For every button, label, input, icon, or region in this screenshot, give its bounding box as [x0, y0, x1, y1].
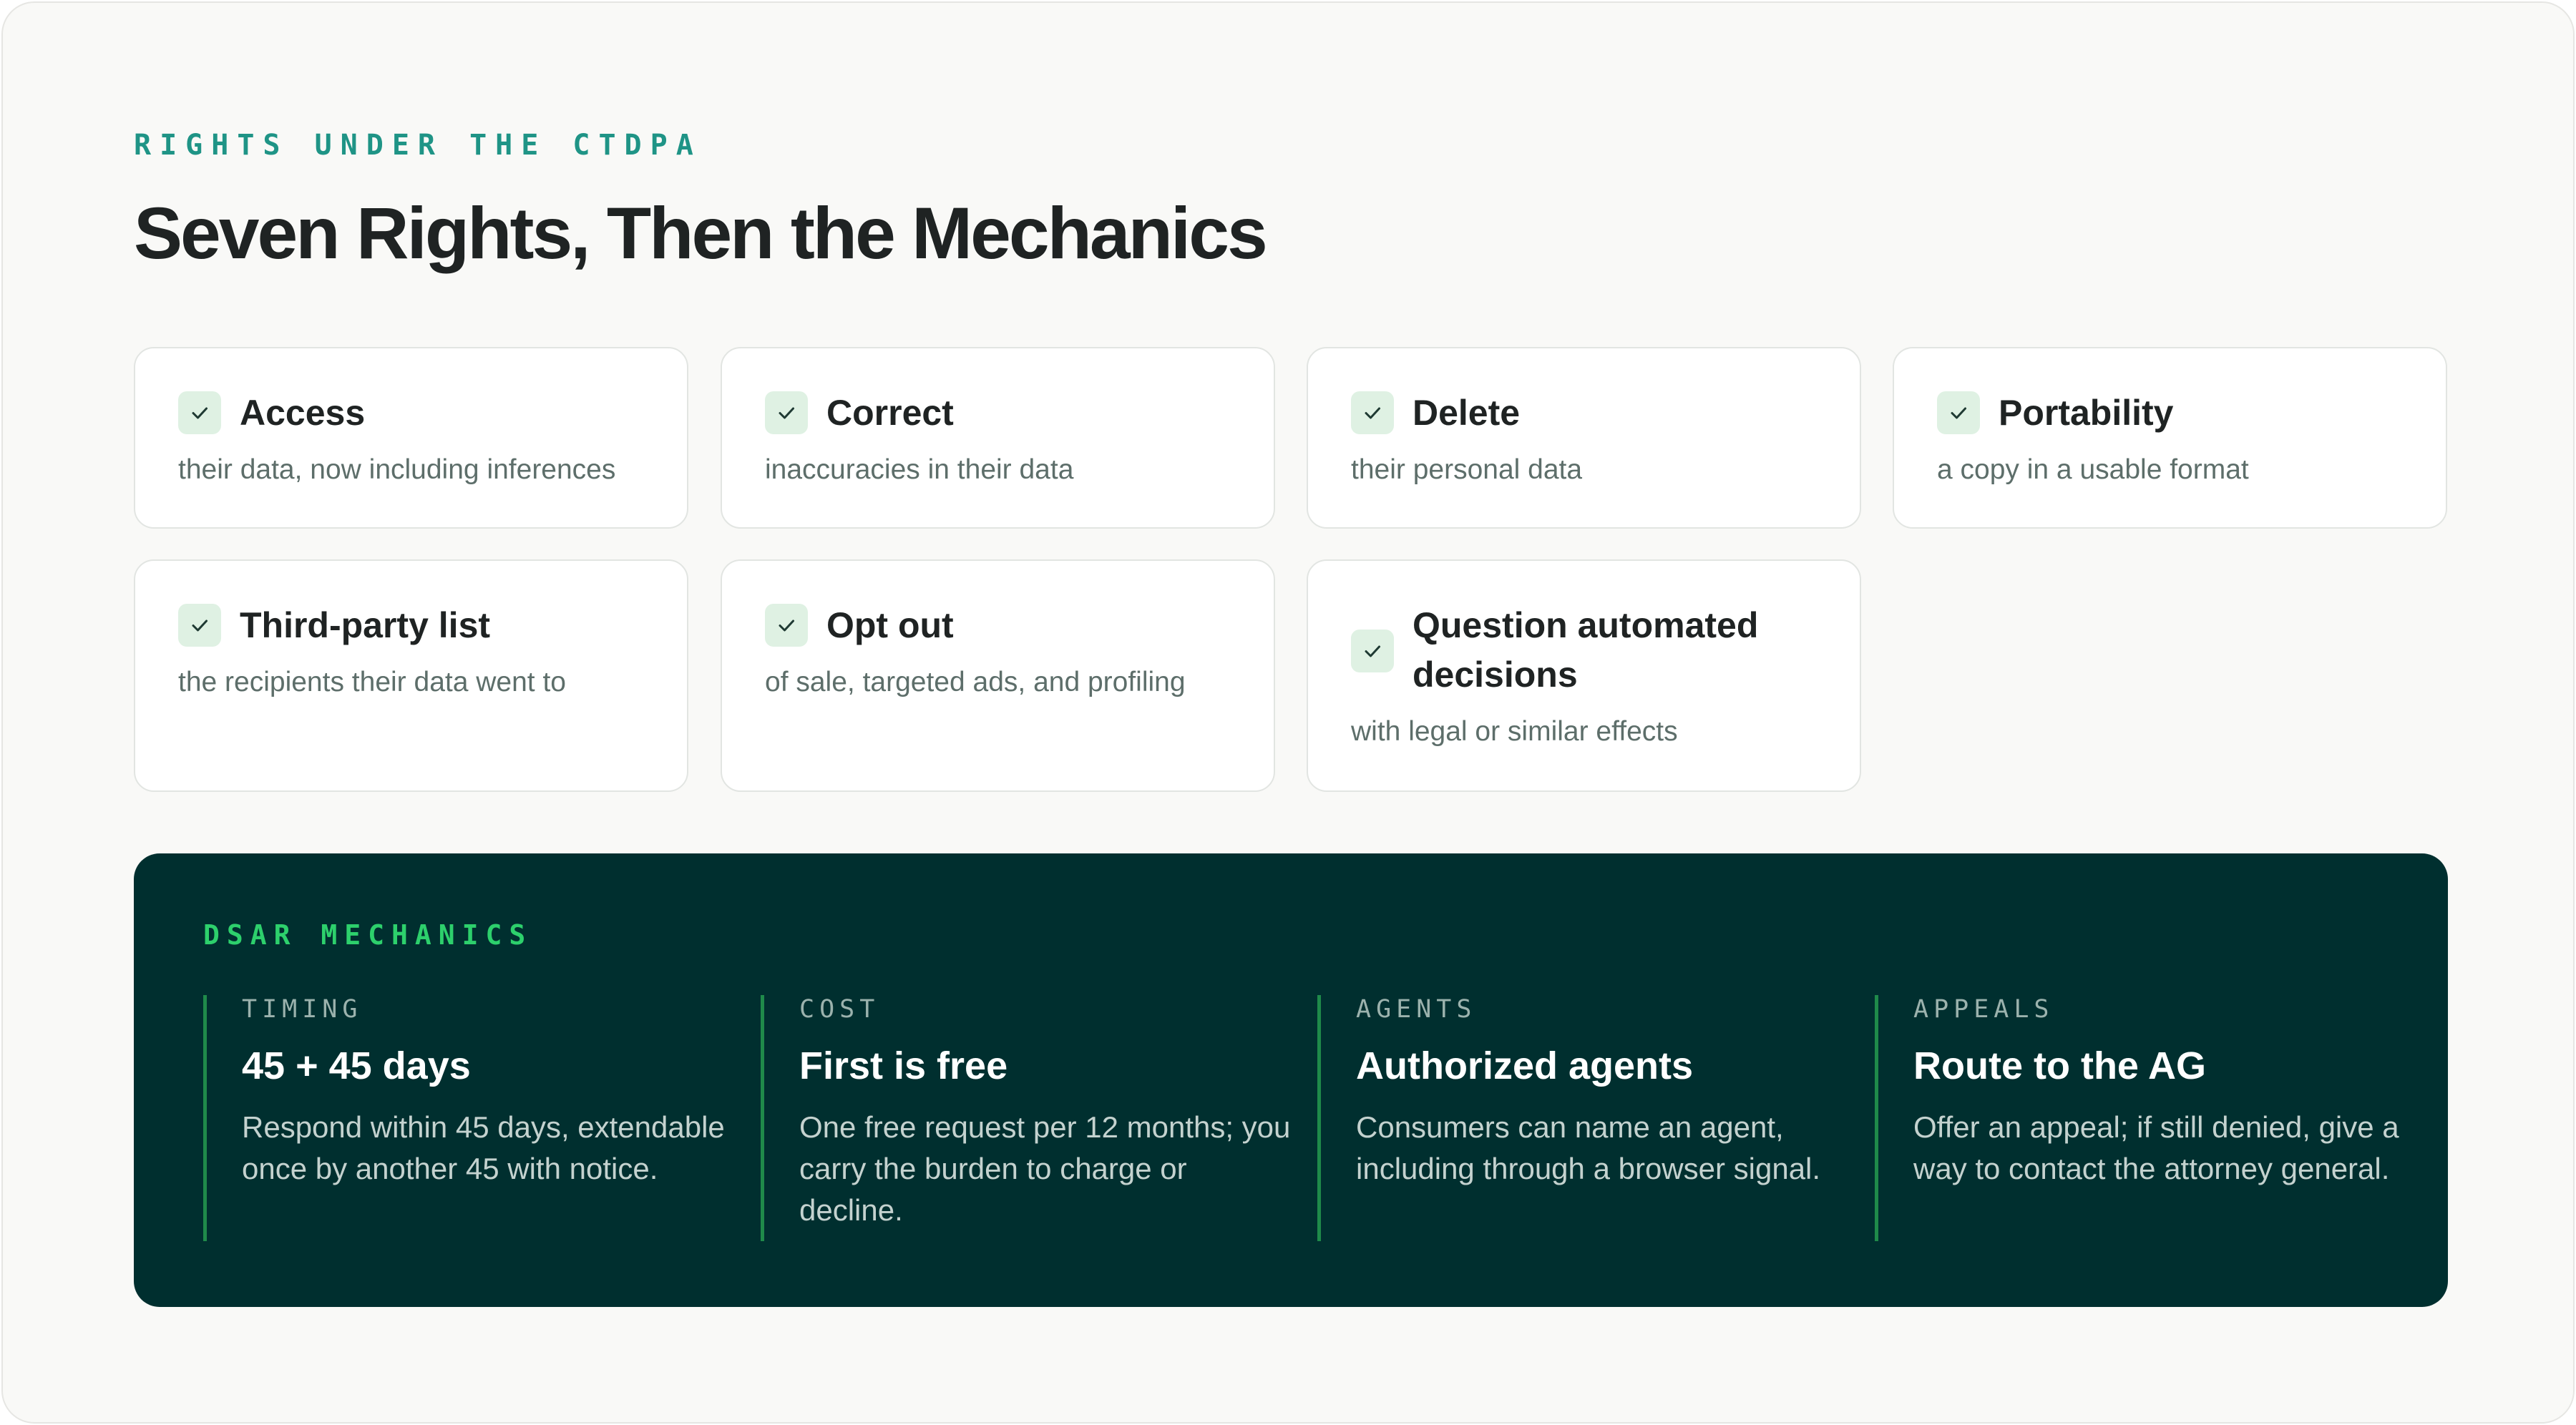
check-icon: [765, 604, 808, 647]
section-eyebrow: RIGHTS UNDER THE CTDPA: [134, 129, 702, 162]
mechanic-appeals: APPEALS Route to the AG Offer an appeal;…: [1875, 995, 2411, 1241]
right-title: Opt out: [826, 605, 954, 645]
right-card-question-automated-decisions: Question automated decisions with legal …: [1307, 559, 1861, 792]
check-icon: [178, 391, 221, 434]
right-desc: their data, now including inferences: [178, 454, 616, 485]
right-title: Question automated: [1413, 605, 1759, 645]
mechanic-title: First is free: [799, 1044, 1008, 1087]
mechanic-body: Offer an appeal; if still denied, give a…: [1913, 1110, 2399, 1185]
dsar-mechanics-panel: DSAR MECHANICS TIMING 45 + 45 days Respo…: [134, 853, 2448, 1307]
right-card-opt-out: Opt out of sale, targeted ads, and profi…: [721, 559, 1275, 792]
check-icon: [1351, 391, 1394, 434]
right-desc: their personal data: [1351, 454, 1583, 485]
mechanic-cost: COST First is free One free request per …: [761, 995, 1297, 1241]
right-title: Portability: [1999, 393, 2174, 433]
right-card-correct: Correct inaccuracies in their data: [721, 347, 1275, 529]
right-title-line2: decisions: [1413, 655, 1578, 695]
check-icon: [1351, 630, 1394, 672]
right-title: Correct: [826, 393, 954, 433]
mechanic-agents: AGENTS Authorized agents Consumers can n…: [1317, 995, 1854, 1241]
mechanic-title: 45 + 45 days: [242, 1044, 471, 1087]
check-icon: [178, 604, 221, 647]
mechanic-title: Route to the AG: [1913, 1044, 2206, 1087]
right-card-portability: Portability a copy in a usable format: [1893, 347, 2447, 529]
right-desc: inaccuracies in their data: [765, 454, 1074, 485]
right-desc: the recipients their data went to: [178, 667, 566, 697]
right-title: Third-party list: [240, 605, 491, 645]
mechanic-eyebrow: APPEALS: [1913, 995, 2054, 1024]
slide: RIGHTS UNDER THE CTDPA Seven Rights, The…: [1, 1, 2575, 1424]
check-icon: [1937, 391, 1980, 434]
right-card-third-party-list: Third-party list the recipients their da…: [134, 559, 688, 792]
right-desc: with legal or similar effects: [1351, 716, 1678, 747]
right-desc: of sale, targeted ads, and profiling: [765, 667, 1186, 697]
page-title: Seven Rights, Then the Mechanics: [134, 192, 1268, 274]
mechanic-eyebrow: TIMING: [242, 995, 363, 1024]
check-icon: [765, 391, 808, 434]
right-title: Access: [240, 393, 366, 433]
right-card-delete: Delete their personal data: [1307, 347, 1861, 529]
mechanics-label: DSAR MECHANICS: [203, 919, 533, 951]
mechanic-body: Consumers can name an agent, including t…: [1356, 1110, 1821, 1185]
mechanic-body: Respond within 45 days, extendable once …: [242, 1110, 725, 1185]
right-card-access: Access their data, now including inferen…: [134, 347, 688, 529]
mechanic-body: One free request per 12 months; you carr…: [799, 1110, 1291, 1227]
mechanic-eyebrow: COST: [799, 995, 880, 1024]
right-title: Delete: [1413, 393, 1521, 433]
mechanic-timing: TIMING 45 + 45 days Respond within 45 da…: [203, 995, 740, 1241]
right-desc: a copy in a usable format: [1937, 454, 2249, 485]
mechanic-eyebrow: AGENTS: [1356, 995, 1477, 1024]
mechanic-title: Authorized agents: [1356, 1044, 1694, 1087]
